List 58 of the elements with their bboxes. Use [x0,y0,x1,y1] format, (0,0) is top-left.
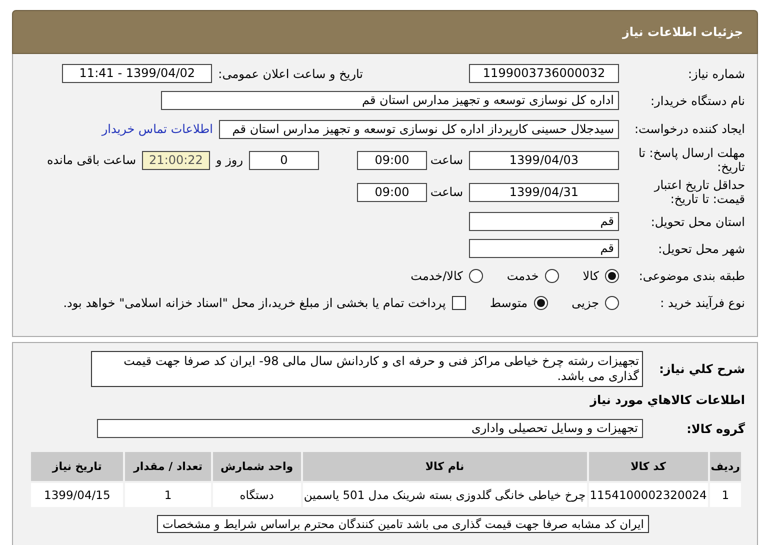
goods-group-field: تجهیزات و وسایل تحصیلی واداری [97,419,643,438]
validity-date-field[interactable]: 1399/04/31 [469,182,619,202]
province-field[interactable]: قم [469,212,619,231]
radio-label: کالا [582,268,600,282]
need-number-field[interactable]: 1199003736000032 [469,64,619,83]
description-field: تجهیزات رشته چرخ خیاطی مراکز فنی و حرفه ای و کاردانش سال مالی 98- ایران کد صرفا جهت قیمت گذاری می باشد. [91,351,643,387]
table-cell: دستگاه [212,482,302,508]
requester-field[interactable]: سیدجلال حسینی کارپرداز اداره کل نوسازی توسعه و تجهیز مدارس استان قم [219,120,619,138]
radio-label: خدمت [506,268,540,282]
field-label: استان محل تحویل: [650,214,746,228]
field-label: گروه کالا: [686,422,746,436]
buyer-field[interactable]: اداره کل نوسازی توسعه و تجهیز مدارس استان قم [161,91,619,110]
field-label: حداقل تاریخ اعتبار قیمت: تا تاریخ: [652,178,746,206]
radio-button[interactable] [468,268,483,282]
deadline-time-field[interactable]: 09:00 [357,150,427,170]
field-label: طبقه بندی موضوعی: [638,268,746,282]
radio-label: جزیی [570,296,600,310]
column-header: کد کالا [588,451,709,482]
field-label: شرح کلي نياز: [658,362,746,376]
column-header: واحد شمارش [212,451,302,482]
table-cell: 1399/04/15 [30,482,124,508]
time-label: ساعت [429,153,464,167]
field-label: ایجاد کننده درخواست: [633,122,746,136]
column-header: تاریخ نیاز [30,451,124,482]
section-title: اطلاعات کالاهاي مورد نياز [590,393,746,407]
deadline-date-field[interactable]: 1399/04/03 [469,150,619,170]
column-header: ردیف [708,451,742,482]
radio-button[interactable] [544,268,559,282]
table-cell: 1 [708,482,742,508]
radio-label: کالا/خدمت [410,268,464,282]
column-header: تعداد / مقدار [124,451,212,482]
field-label: نوع فرآیند خرید : [659,296,746,310]
city-field[interactable]: قم [469,239,619,258]
remaining-time-field: 21:00:22 [142,150,210,170]
remaining-label: ساعت باقی مانده [46,153,137,167]
table-cell: چرخ خیاطی خانگی گلدوزی بسته شرینک مدل 501 یاسمین [302,482,588,508]
field-label: نام دستگاه خریدار: [650,94,746,108]
checkbox[interactable] [452,296,466,310]
header-title: جزئیات اطلاعات نیاز [622,25,743,39]
radio-button[interactable] [534,296,548,310]
time-label: ساعت [429,185,464,199]
radio-label: متوسط [488,296,529,310]
announce-date-field[interactable]: 1399/04/02 - 11:41 [62,64,212,83]
contact-link[interactable]: اطلاعات تماس خریدار [102,122,213,136]
column-header: نام کالا [302,451,588,482]
radio-button[interactable] [605,296,619,310]
note-field: ایران کد مشابه صرفا جهت قیمت گذاری می باشد تامین کنندگان محترم براساس شرایط و مشخصات [157,515,649,533]
field-label: تاریخ و ساعت اعلان عمومی: [217,66,364,80]
checkbox-label: پرداخت تمام یا بخشی از مبلغ خرید،از محل "اسناد خزانه اسلامی" خواهد بود. [62,296,447,310]
days-field[interactable]: 0 [249,150,319,170]
table-cell: 1 [124,482,212,508]
field-label: شهر محل تحویل: [657,242,746,256]
radio-button[interactable] [605,268,619,282]
field-label: مهلت ارسال پاسخ: تا تاریخ: [637,146,746,174]
validity-time-field[interactable]: 09:00 [357,182,427,202]
days-label: روز و [214,153,244,167]
table-cell: 1154100002320024 [588,482,709,508]
field-label: شماره نیاز: [687,66,746,80]
